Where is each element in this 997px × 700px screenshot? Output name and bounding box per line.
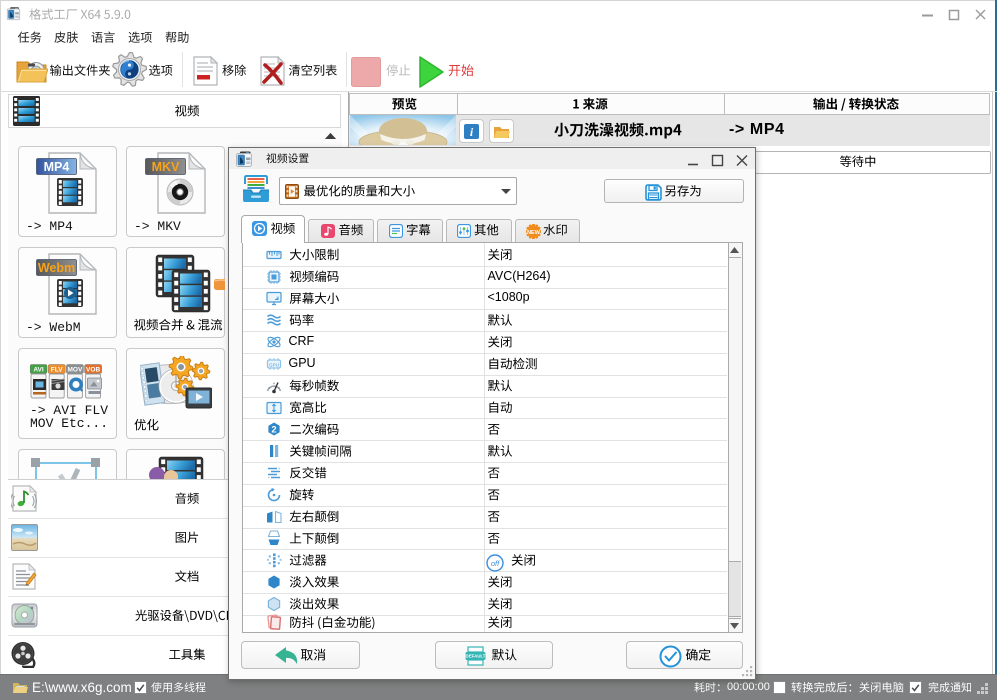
svg-text:DEFAULT: DEFAULT	[466, 653, 486, 658]
svg-text:Webm: Webm	[38, 261, 75, 275]
svg-text:2: 2	[271, 425, 276, 436]
svg-text:MOV: MOV	[67, 366, 82, 373]
svg-text:GPU: GPU	[269, 362, 279, 367]
svg-text:VOB: VOB	[86, 366, 100, 373]
svg-text:AVI: AVI	[33, 366, 44, 373]
svg-text:MKV: MKV	[152, 160, 180, 174]
svg-text:off: off	[491, 559, 500, 568]
svg-text:NEW: NEW	[527, 230, 541, 236]
svg-text:FLV: FLV	[51, 366, 63, 373]
svg-text:MP4: MP4	[44, 160, 70, 174]
